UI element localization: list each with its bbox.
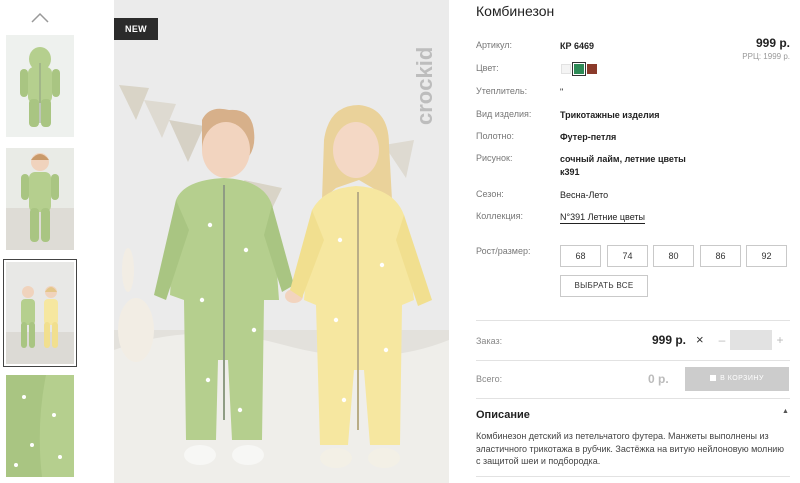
thumbnail-1[interactable] <box>6 35 74 137</box>
fabric-value: Футер-петля <box>560 132 617 142</box>
total-value: 0 р. <box>648 372 669 386</box>
divider <box>476 398 790 399</box>
description-text: Комбинезон детский из петельчатого футер… <box>476 431 785 466</box>
divider <box>476 476 790 477</box>
add-to-cart-label: В КОРЗИНУ <box>720 375 764 382</box>
size-86-button[interactable]: 86 <box>700 245 741 267</box>
quantity-plus-button[interactable]: + <box>774 331 786 349</box>
article-label: Артикул: <box>476 40 513 50</box>
product-title: Комбинезон <box>476 3 555 19</box>
times-icon: × <box>696 332 704 347</box>
order-price: 999 р. <box>652 333 687 347</box>
color-swatch-brown[interactable] <box>587 64 597 74</box>
divider <box>476 360 790 361</box>
thumbnail-3-selected[interactable] <box>3 259 77 367</box>
total-label: Всего: <box>476 374 503 384</box>
collection-link[interactable]: N°391 Летние цветы <box>560 211 645 224</box>
size-80-button[interactable]: 80 <box>653 245 694 267</box>
insulation-label: Утеплитель: <box>476 86 528 96</box>
pattern-value-line2: к391 <box>560 167 580 177</box>
kind-label: Вид изделия: <box>476 109 532 119</box>
size-92-button[interactable]: 92 <box>746 245 787 267</box>
product-info-panel: Комбинезон Артикул: КР 6469 999 р. РРЦ: … <box>476 0 794 483</box>
main-product-photo: crockid <box>114 0 449 483</box>
thumbnail-4[interactable] <box>6 375 74 477</box>
pattern-label: Рисунок: <box>476 153 513 163</box>
divider <box>476 320 790 321</box>
size-label: Рост/размер: <box>476 246 531 256</box>
season-label: Сезон: <box>476 189 504 199</box>
insulation-value: " <box>560 87 564 97</box>
add-to-cart-button[interactable]: В КОРЗИНУ <box>685 367 789 391</box>
article-value: КР 6469 <box>560 41 595 51</box>
kind-value: Трикотажные изделия <box>560 110 660 120</box>
color-swatch-white[interactable] <box>561 64 571 74</box>
price-main: 999 р. <box>755 36 790 50</box>
brand-watermark: crockid <box>412 47 437 125</box>
fabric-label: Полотно: <box>476 131 515 141</box>
color-label: Цвет: <box>476 63 499 73</box>
collapse-arrow-icon[interactable]: ▲ <box>782 408 789 415</box>
quantity-minus-button[interactable]: – <box>716 331 728 349</box>
cart-icon <box>710 375 717 381</box>
thumbnails-up-arrow-icon[interactable] <box>30 10 50 24</box>
collection-label: Коллекция: <box>476 211 524 221</box>
new-badge: NEW <box>114 18 158 40</box>
thumbnail-2[interactable] <box>6 148 74 250</box>
size-74-button[interactable]: 74 <box>607 245 648 267</box>
size-68-button[interactable]: 68 <box>560 245 601 267</box>
select-all-sizes-button[interactable]: ВЫБРАТЬ ВСЕ <box>560 275 648 297</box>
price-rrc: РРЦ: 1999 р. <box>742 52 790 61</box>
collection-link-text[interactable]: N°391 Летние цветы <box>560 212 645 224</box>
quantity-input[interactable] <box>730 330 772 350</box>
season-value: Весна-Лето <box>560 190 609 200</box>
description-title[interactable]: Описание <box>476 409 530 421</box>
pattern-value-line1: сочный лайм, летние цветы <box>560 154 686 164</box>
color-swatch-green[interactable] <box>572 62 586 76</box>
order-label: Заказ: <box>476 336 503 346</box>
